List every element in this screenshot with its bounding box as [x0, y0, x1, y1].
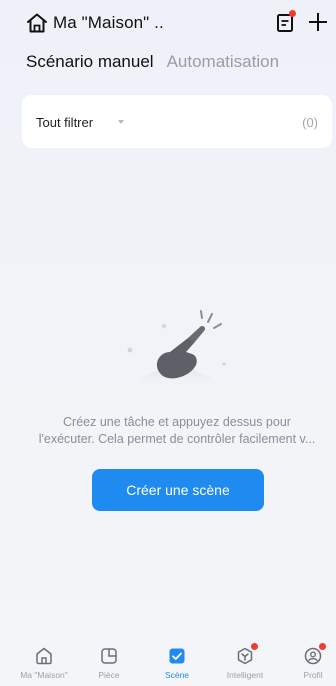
intelligent-badge [251, 643, 258, 650]
nav-label-profile: Profil [303, 670, 323, 680]
nav-item-home[interactable]: Ma "Maison" [12, 646, 76, 686]
scene-check-icon [169, 648, 185, 664]
plus-icon[interactable] [307, 11, 329, 33]
nav-item-intelligent[interactable]: Intelligent [213, 643, 277, 686]
room-icon [101, 648, 117, 664]
scene-count: (0) [302, 115, 318, 130]
nav-label-home: Ma "Maison" [20, 670, 68, 680]
filter-dropdown[interactable]: Tout filtrer [36, 115, 93, 130]
profile-badge [319, 643, 326, 650]
home-selector[interactable]: Ma "Maison" .. [53, 13, 164, 33]
empty-state-line-2: l'exécuter. Cela permet de contrôler fac… [38, 432, 316, 446]
notification-dot [289, 10, 296, 17]
scene-tabs: Scénario manuel Automatisation [26, 52, 279, 72]
home-icon [36, 647, 52, 665]
nav-label-scene: Scène [164, 670, 190, 680]
top-bar: Ma "Maison" .. [0, 0, 336, 44]
tab-automation[interactable]: Automatisation [167, 52, 279, 72]
bottom-navigation: Ma "Maison" Pièce Scène Intelligent Prof… [0, 640, 336, 686]
tab-manual-scenario[interactable]: Scénario manuel [26, 52, 154, 72]
nav-item-room[interactable]: Pièce [77, 646, 141, 686]
chevron-down-icon[interactable] [118, 120, 124, 124]
home-icon[interactable] [26, 13, 48, 33]
empty-state-line-1: Créez une tâche et appuyez dessus pour [63, 415, 291, 429]
nav-item-scene[interactable]: Scène [145, 646, 209, 686]
empty-state-message: Créez une tâche et appuyez dessus pour l… [22, 414, 332, 448]
intelligent-icon-wrap [235, 643, 258, 666]
nav-item-profile[interactable]: Profil [281, 643, 336, 686]
filter-card: Tout filtrer (0) [22, 95, 332, 148]
create-scene-button[interactable]: Créer une scène [92, 469, 264, 511]
nav-label-room: Pièce [98, 670, 120, 680]
profile-icon-wrap [303, 643, 326, 666]
nav-label-intelligent: Intelligent [226, 670, 264, 680]
tap-hand-illustration [126, 310, 226, 388]
